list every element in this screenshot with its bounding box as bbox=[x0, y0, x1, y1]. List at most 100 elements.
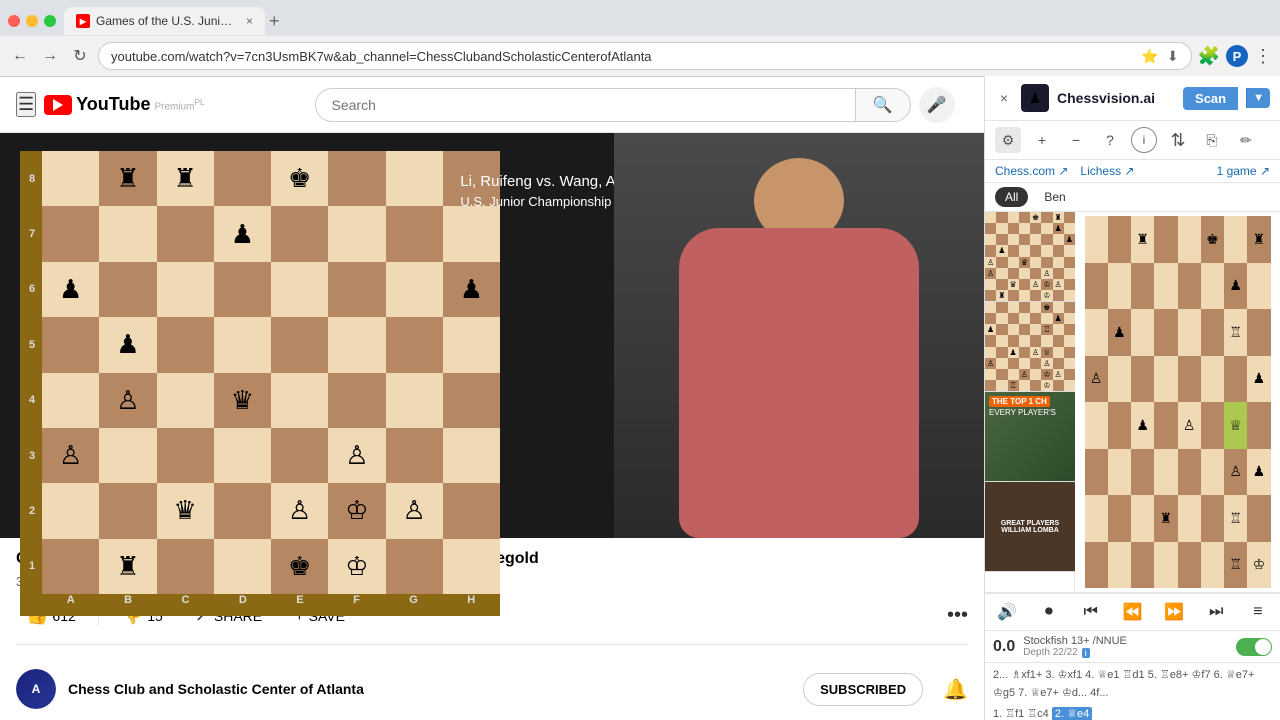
maximize-window-btn[interactable] bbox=[44, 15, 56, 27]
channel-info: Chess Club and Scholastic Center of Atla… bbox=[68, 681, 364, 697]
download-icon[interactable]: ⬇ bbox=[1167, 48, 1179, 65]
menu-icon[interactable]: ⋮ bbox=[1254, 46, 1272, 67]
rank-1: 1 bbox=[22, 560, 42, 572]
cv-skip-fwd-btn[interactable]: ⏭ bbox=[1202, 598, 1230, 626]
more-options-btn[interactable]: ••• bbox=[947, 604, 968, 627]
cv-plus-btn[interactable]: + bbox=[1029, 127, 1055, 153]
cv-scan-dropdown-btn[interactable]: ▼ bbox=[1246, 88, 1270, 108]
cv-edit-btn[interactable]: ✏ bbox=[1233, 127, 1259, 153]
file-labels: A B C D E F G H bbox=[42, 594, 500, 614]
cv-menu-btn[interactable]: ≡ bbox=[1244, 598, 1272, 626]
cv-thumb-3-video[interactable]: THE TOP 1 CH EVERY PLAYER'S bbox=[985, 392, 1075, 482]
subscribe-btn[interactable]: SUBSCRIBED bbox=[803, 673, 923, 706]
cv-skip-back-btn[interactable]: ⏮ bbox=[1077, 598, 1105, 626]
cv-prev-btn[interactable]: ⏪ bbox=[1118, 598, 1146, 626]
cv-thumb-area: ♚♜ ♟ ♟ ♟ ♙♛ ♙♙ ♛♙♔♙ ♜♔ ♚ bbox=[985, 212, 1075, 592]
close-window-btn[interactable] bbox=[8, 15, 20, 27]
forward-btn[interactable]: → bbox=[38, 44, 62, 68]
cv-links: Chess.com ↗ Lichess ↗ 1 game ↗ bbox=[985, 160, 1280, 183]
rank-5: 5 bbox=[22, 339, 42, 351]
tab-ben[interactable]: Ben bbox=[1034, 187, 1075, 207]
cv-depth-info: Depth 22/22 i bbox=[1023, 647, 1228, 658]
address-bar[interactable]: youtube.com/watch?v=7cn3UsmBK7w&ab_chann… bbox=[98, 42, 1192, 70]
yt-logo-icon bbox=[44, 95, 72, 115]
channel-name: Chess Club and Scholastic Center of Atla… bbox=[68, 681, 364, 697]
yt-logo[interactable]: YouTube PremiumPL bbox=[44, 94, 205, 115]
cv-current-move: 2. ♕e4 bbox=[1052, 707, 1092, 720]
cv-next-btn[interactable]: ⏩ bbox=[1160, 598, 1188, 626]
presenter-bg bbox=[614, 133, 984, 538]
tab-close-btn[interactable]: × bbox=[246, 14, 253, 28]
extensions-icon[interactable]: 🧩 bbox=[1198, 46, 1220, 67]
refresh-btn[interactable]: ↻ bbox=[68, 44, 92, 68]
presenter-figure bbox=[669, 158, 929, 538]
minimize-window-btn[interactable] bbox=[26, 15, 38, 27]
cv-thumb-1[interactable]: ♚♜ ♟ ♟ ♟ ♙♛ ♙♙ ♛♙♔♙ ♜♔ bbox=[985, 212, 1075, 302]
cv-header: × ♟ Chessvision.ai Scan ▼ bbox=[985, 76, 1280, 121]
games-count-link[interactable]: 1 game ↗ bbox=[1217, 164, 1270, 178]
browser-chrome: ▶ Games of the U.S. Junior ... × + ← → ↻… bbox=[0, 0, 1280, 77]
cv-thumb-2[interactable]: ♚ ♟ ♟♖ ♟♙♕ ♙♙ ♙♔♙ ♖♔ bbox=[985, 302, 1075, 392]
cv-thumb-4-video[interactable]: GREAT PLAYERS WILLIAM LOMBA bbox=[985, 482, 1075, 572]
cv-speaker-btn[interactable]: 🔊 bbox=[993, 598, 1021, 626]
cv-eval-score: 0.0 bbox=[993, 638, 1015, 656]
cv-engine-name: Stockfish 13+ /NNUE bbox=[1023, 635, 1228, 647]
lichess-link[interactable]: Lichess ↗ bbox=[1080, 164, 1134, 178]
cv-analysis-board-container: ♜ ♚ ♜ ♟ bbox=[1085, 216, 1271, 588]
rank-7: 7 bbox=[22, 228, 42, 240]
cv-settings-toggle-btn[interactable]: ⚙ bbox=[995, 127, 1021, 153]
active-tab[interactable]: ▶ Games of the U.S. Junior ... × bbox=[64, 7, 265, 35]
chessvision-panel: × ♟ Chessvision.ai Scan ▼ ⚙ + − ? i ⇅ ⎘ … bbox=[984, 76, 1280, 720]
chess-board: ♜ ♜ ♚ ♟ bbox=[42, 151, 500, 594]
address-icons: ⭐ ⬇ bbox=[1141, 48, 1178, 65]
rank-labels: 8 7 6 5 4 3 2 1 bbox=[22, 151, 42, 616]
search-btn[interactable]: 🔍 bbox=[855, 88, 911, 122]
cv-tabs: All Ben bbox=[985, 183, 1280, 212]
cv-copy-btn[interactable]: ⎘ bbox=[1199, 127, 1225, 153]
cv-analysis-board: ♜ ♚ ♜ ♟ bbox=[1085, 216, 1271, 588]
file-g: G bbox=[409, 594, 418, 614]
cv-engine-info: Stockfish 13+ /NNUE Depth 22/22 i bbox=[1023, 635, 1228, 658]
mic-btn[interactable]: 🎤 bbox=[919, 87, 955, 123]
cv-flip-btn[interactable]: ⇅ bbox=[1165, 127, 1191, 153]
file-e: E bbox=[296, 594, 303, 614]
chess-board-area: ♜ ♜ ♚ ♟ bbox=[20, 151, 500, 616]
avatar-img: A bbox=[16, 669, 56, 709]
cv-moves-line1: 2... ♗xf1+ 3. ♔xf1 4. ♕e1 ♖d1 5. ♖e8+ ♔f… bbox=[993, 667, 1272, 702]
notification-bell-icon[interactable]: 🔔 bbox=[943, 677, 968, 702]
presenter-body bbox=[679, 228, 919, 538]
rank-3: 3 bbox=[22, 450, 42, 462]
yt-play-icon bbox=[53, 99, 63, 111]
cv-close-btn[interactable]: × bbox=[995, 89, 1013, 107]
video-main-area: ♜ ♜ ♚ ♟ bbox=[0, 133, 984, 720]
video-player[interactable]: ♜ ♜ ♚ ♟ bbox=[0, 133, 984, 538]
profile-icon[interactable]: P bbox=[1226, 45, 1248, 67]
cv-main-area: ♜ ♚ ♜ ♟ bbox=[1075, 212, 1280, 592]
file-d: D bbox=[239, 594, 247, 614]
channel-row: A Chess Club and Scholastic Center of At… bbox=[0, 657, 984, 720]
tab-title: Games of the U.S. Junior ... bbox=[96, 14, 236, 28]
file-a: A bbox=[67, 594, 75, 614]
back-btn[interactable]: ← bbox=[8, 44, 32, 68]
cv-info-btn[interactable]: i bbox=[1131, 127, 1157, 153]
hamburger-menu-btn[interactable]: ☰ bbox=[16, 92, 36, 117]
cv-help-circle-btn[interactable]: ? bbox=[1097, 127, 1123, 153]
tab-all[interactable]: All bbox=[995, 187, 1028, 207]
rank-4: 4 bbox=[22, 394, 42, 406]
yt-logo-area: ☰ YouTube PremiumPL bbox=[16, 92, 205, 117]
cv-record-btn[interactable]: ⏺ bbox=[1035, 598, 1063, 626]
search-input[interactable] bbox=[315, 88, 855, 122]
bookmark-icon[interactable]: ⭐ bbox=[1141, 48, 1158, 65]
cv-depth-badge: i bbox=[1082, 648, 1090, 658]
file-h: H bbox=[467, 594, 475, 614]
cv-engine-toggle[interactable] bbox=[1236, 638, 1272, 656]
cv-minus-btn[interactable]: − bbox=[1063, 127, 1089, 153]
cv-eval-row: 0.0 Stockfish 13+ /NNUE Depth 22/22 i bbox=[985, 631, 1280, 663]
chess-com-link[interactable]: Chess.com ↗ bbox=[995, 164, 1068, 178]
tab-favicon: ▶ bbox=[76, 14, 90, 28]
address-bar-row: ← → ↻ youtube.com/watch?v=7cn3UsmBK7w&ab… bbox=[0, 36, 1280, 76]
page-wrapper: ▶ Games of the U.S. Junior ... × + ← → ↻… bbox=[0, 0, 1280, 720]
new-tab-btn[interactable]: + bbox=[269, 11, 280, 32]
rank-6: 6 bbox=[22, 283, 42, 295]
cv-scan-btn[interactable]: Scan bbox=[1183, 87, 1238, 110]
